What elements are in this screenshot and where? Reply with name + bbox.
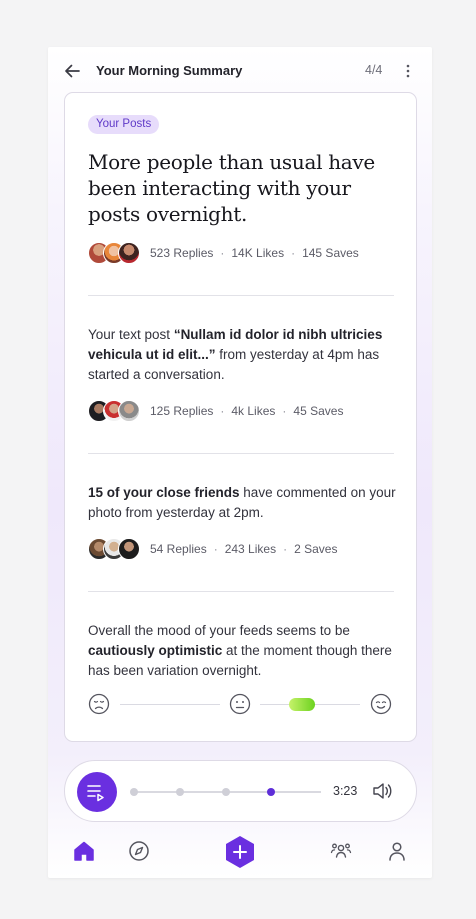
progress-track[interactable] <box>130 788 321 796</box>
explore-icon[interactable] <box>127 839 151 863</box>
divider <box>88 295 394 296</box>
sad-face-icon <box>88 693 110 715</box>
more-vertical-icon[interactable] <box>402 62 414 80</box>
page-title: Your Morning Summary <box>96 63 243 78</box>
text-post-summary: Your text post “Nullam id dolor id nibh … <box>88 327 383 382</box>
neutral-face-icon <box>229 693 251 715</box>
replies-count: 523 Replies <box>150 246 214 260</box>
avatar <box>118 242 140 264</box>
phone-screen: Your Morning Summary 4/4 Your Posts More… <box>48 47 432 878</box>
replies-count: 125 Replies <box>150 404 214 418</box>
divider <box>88 453 394 454</box>
profile-icon[interactable] <box>385 839 409 863</box>
people-icon[interactable] <box>329 839 353 863</box>
happy-face-icon <box>370 693 392 715</box>
progress-step-active[interactable] <box>267 788 275 796</box>
progress-step[interactable] <box>176 788 184 796</box>
progress-step[interactable] <box>222 788 230 796</box>
play-button[interactable] <box>77 772 117 812</box>
time-readout: 3:23 <box>333 784 358 798</box>
home-icon[interactable] <box>72 839 96 863</box>
stats-text: 125 Replies · 4k Likes · 45 Saves <box>150 404 344 418</box>
avatar <box>118 538 140 560</box>
friends-post-stats[interactable]: 54 Replies · 243 Likes · 2 Saves <box>88 537 337 561</box>
bottom-navigation <box>48 835 432 875</box>
stats-text: 54 Replies · 243 Likes · 2 Saves <box>150 542 338 556</box>
summary-stats[interactable]: 523 Replies · 14K Likes · 145 Saves <box>88 241 359 265</box>
posts-tag[interactable]: Your Posts <box>88 115 160 134</box>
arrow-left-icon[interactable] <box>62 61 82 81</box>
mood-scale <box>88 693 394 717</box>
summary-card: Your Posts More people than usual have b… <box>64 92 417 742</box>
likes-count: 243 Likes <box>224 542 277 556</box>
mood-track-left <box>120 704 220 705</box>
likes-count: 14K Likes <box>231 246 285 260</box>
volume-icon[interactable] <box>371 781 393 801</box>
saves-count: 2 Saves <box>294 542 338 556</box>
avatar-group <box>88 400 140 422</box>
stats-text: 523 Replies · 14K Likes · 145 Saves <box>150 246 359 260</box>
add-icon[interactable] <box>224 835 256 869</box>
mood-summary: Overall the mood of your feeds seems to … <box>88 623 392 678</box>
friends-post-summary: 15 of your close friends have commented … <box>88 485 396 520</box>
headline: More people than usual have been interac… <box>88 150 375 226</box>
top-bar: Your Morning Summary 4/4 <box>48 47 432 93</box>
text-post-stats[interactable]: 125 Replies · 4k Likes · 45 Saves <box>88 399 343 423</box>
likes-count: 4k Likes <box>231 404 276 418</box>
saves-count: 45 Saves <box>293 404 344 418</box>
divider <box>88 591 394 592</box>
saves-count: 145 Saves <box>302 246 359 260</box>
mood-indicator <box>289 698 315 711</box>
replies-count: 54 Replies <box>150 542 207 556</box>
avatar-group <box>88 242 140 264</box>
audio-player: 3:23 <box>64 760 417 822</box>
page-counter: 4/4 <box>365 63 383 77</box>
avatar <box>118 400 140 422</box>
progress-step[interactable] <box>130 788 138 796</box>
avatar-group <box>88 538 140 560</box>
playlist-play-icon <box>87 785 104 802</box>
